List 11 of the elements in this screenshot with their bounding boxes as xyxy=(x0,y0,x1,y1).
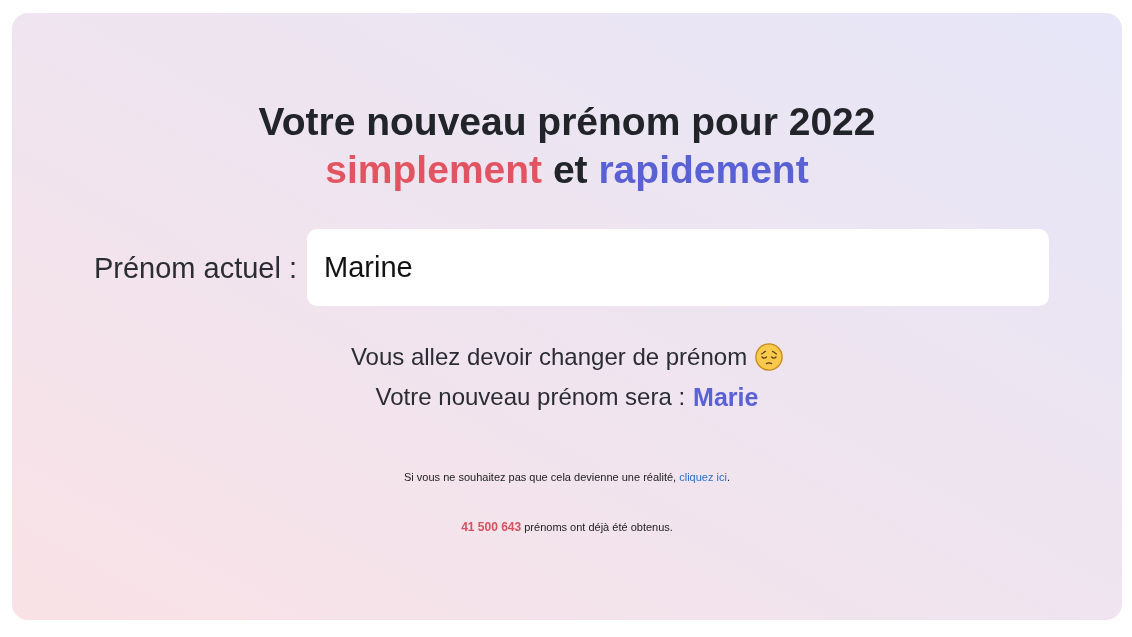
notice-text: Si vous ne souhaitez pas que cela devienne une réalité, cliquez ici. xyxy=(404,470,730,485)
first-name-input[interactable]: Marine xyxy=(307,229,1050,306)
new-name-value: Marie xyxy=(693,382,759,413)
heading-subtitle: simplement et rapidement xyxy=(325,147,809,193)
names-counter-text: 41 500 643 prénoms ont déjà été obtenus. xyxy=(461,519,673,536)
heading-title: Votre nouveau prénom pour 2022 xyxy=(258,99,876,145)
new-name-label: Votre nouveau prénom sera : xyxy=(375,382,686,412)
pensive-face-icon xyxy=(755,343,784,371)
first-name-label: Prénom actuel : xyxy=(93,250,298,286)
click-here-link[interactable]: cliquez ici xyxy=(679,471,727,483)
result-message: Vous allez devoir changer de prénom xyxy=(350,342,748,372)
